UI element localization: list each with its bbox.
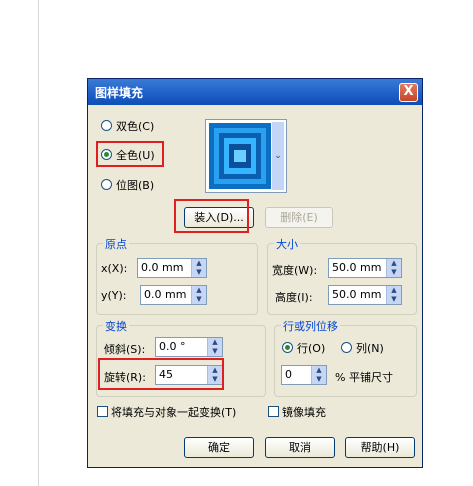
origin-x-label: x(X): [101, 262, 128, 275]
offset-input[interactable]: 0 ▲ ▼ [281, 365, 327, 385]
offset-unit-label: % 平铺尺寸 [335, 371, 393, 384]
highlight-load [174, 199, 249, 233]
bitmap-radio[interactable] [101, 179, 112, 190]
height-input[interactable]: 50.0 mm ▲ ▼ [328, 285, 402, 305]
row-offset-label[interactable]: 行(O) [297, 340, 325, 356]
delete-button[interactable]: 删除(E) [265, 207, 333, 228]
skew-value: 0.0 ° [159, 340, 186, 353]
origin-y-spinner[interactable]: ▲ ▼ [191, 286, 206, 304]
cancel-button[interactable]: 取消 [265, 437, 335, 458]
page-divider [38, 0, 39, 486]
offset-group: 行或列位移 [274, 318, 417, 397]
skew-spinner[interactable]: ▲ ▼ [207, 338, 222, 356]
origin-x-spinner[interactable]: ▲ ▼ [191, 259, 206, 277]
origin-y-input[interactable]: 0.0 mm ▲ ▼ [140, 285, 207, 305]
help-button[interactable]: 帮助(H) [345, 437, 415, 458]
origin-x-value: 0.0 mm [141, 261, 184, 274]
mirror-fill-label[interactable]: 镜像填充 [282, 404, 326, 420]
origin-x-input[interactable]: 0.0 mm ▲ ▼ [137, 258, 207, 278]
row-offset-radio[interactable] [282, 342, 293, 353]
width-spinner[interactable]: ▲ ▼ [386, 259, 401, 277]
two-color-radio[interactable] [101, 120, 112, 131]
size-group-title: 大小 [274, 236, 300, 252]
bitmap-label[interactable]: 位图(B) [116, 177, 154, 193]
origin-group-title: 原点 [103, 236, 129, 252]
origin-y-value: 0.0 mm [144, 288, 187, 301]
skew-label: 倾斜(S): [104, 343, 146, 356]
width-input[interactable]: 50.0 mm ▲ ▼ [328, 258, 402, 278]
mirror-fill-checkbox[interactable] [268, 406, 279, 417]
offset-group-title: 行或列位移 [281, 318, 340, 334]
height-value: 50.0 mm [332, 288, 382, 301]
highlight-rotate [98, 358, 224, 390]
close-button[interactable]: X [399, 83, 418, 102]
height-spinner[interactable]: ▲ ▼ [386, 286, 401, 304]
column-offset-radio[interactable] [341, 342, 352, 353]
origin-y-label: y(Y): [101, 289, 127, 302]
height-label: 高度(I): [275, 291, 313, 304]
offset-spinner[interactable]: ▲ ▼ [311, 366, 326, 384]
width-label: 宽度(W): [272, 264, 318, 277]
ok-button[interactable]: 确定 [184, 437, 254, 458]
highlight-full-color [96, 141, 164, 167]
pattern-preview[interactable]: ⌄ [205, 119, 287, 193]
skew-input[interactable]: 0.0 ° ▲ ▼ [155, 337, 223, 357]
pattern-dropdown-button[interactable]: ⌄ [272, 122, 284, 190]
column-offset-label[interactable]: 列(N) [356, 340, 384, 356]
width-value: 50.0 mm [332, 261, 382, 274]
pattern-fill-dialog: 图样填充 X 双色(C) 全色(U) 位图(B) ⌄ 装入(D)... 删除(E… [87, 78, 423, 468]
transform-with-object-checkbox[interactable] [97, 406, 108, 417]
title-bar[interactable]: 图样填充 X [88, 79, 422, 105]
transform-with-object-label[interactable]: 将填充与对象一起变换(T) [111, 404, 236, 420]
transform-group-title: 变换 [103, 318, 129, 334]
offset-value: 0 [285, 368, 292, 381]
two-color-label[interactable]: 双色(C) [116, 118, 154, 134]
dialog-title: 图样填充 [95, 86, 144, 100]
pattern-swatch [209, 123, 271, 189]
